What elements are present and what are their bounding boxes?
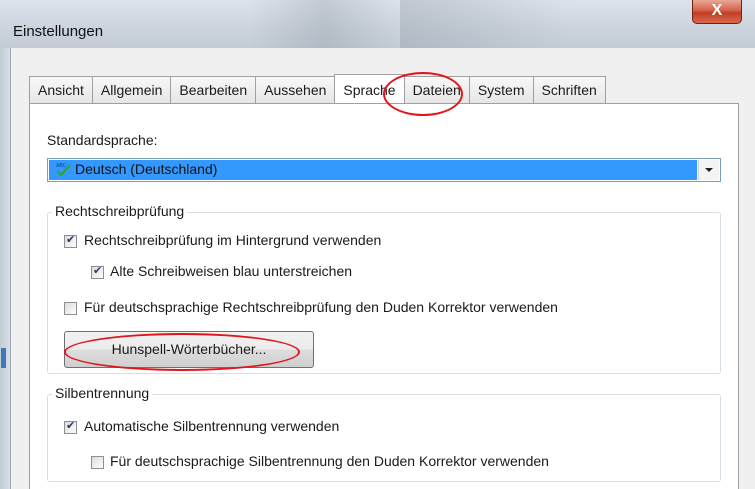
settings-window: Einstellungen X Ansicht Allgemein Bearbe… xyxy=(0,0,755,489)
spellcheck-group-title: Rechtschreibprüfung xyxy=(52,203,188,219)
tab-bar: Ansicht Allgemein Bearbeiten Aussehen Sp… xyxy=(29,74,606,103)
default-language-label: Standardsprache: xyxy=(47,132,158,148)
hunspell-dictionaries-button[interactable]: Hunspell-Wörterbücher... xyxy=(64,331,314,368)
old-spellings-checkbox[interactable] xyxy=(91,264,104,279)
old-spellings-label: Alte Schreibweisen blau unterstreichen xyxy=(110,263,353,279)
title-bar-shading xyxy=(250,0,400,48)
auto-hyphenation-checkbox[interactable] xyxy=(64,419,77,434)
tab-label: Allgemein xyxy=(100,82,163,98)
default-language-value: Deutsch (Deutschland) xyxy=(75,161,218,177)
tab-label: Dateien xyxy=(412,82,461,98)
frame-accent xyxy=(1,348,6,368)
tab-system[interactable]: System xyxy=(468,76,533,103)
tab-label: Ansicht xyxy=(38,82,84,98)
tab-dateien[interactable]: Dateien xyxy=(404,76,469,103)
tab-label: Schriften xyxy=(541,82,597,98)
duden-spellcheck-label: Für deutschsprachige Rechtschreibprüfung… xyxy=(84,299,558,315)
default-language-select[interactable]: ABC Deutsch (Deutschland) xyxy=(47,158,721,182)
background-spellcheck-checkbox[interactable] xyxy=(64,233,77,248)
tab-allgemein[interactable]: Allgemein xyxy=(91,76,171,103)
tab-schriften[interactable]: Schriften xyxy=(532,76,606,103)
selected-option: ABC Deutsch (Deutschland) xyxy=(49,160,697,180)
spellcheck-icon: ABC xyxy=(56,163,71,177)
background-spellcheck-label: Rechtschreibprüfung im Hintergrund verwe… xyxy=(84,232,382,248)
window-title: Einstellungen xyxy=(13,23,104,40)
close-button[interactable]: X xyxy=(692,0,742,24)
tab-label: Sprache xyxy=(343,82,396,98)
close-icon: X xyxy=(711,2,723,19)
hyphenation-group-title: Silbentrennung xyxy=(52,385,153,401)
hunspell-button-label: Hunspell-Wörterbücher... xyxy=(111,341,267,357)
tab-label: Aussehen xyxy=(264,82,327,98)
tab-sprache[interactable]: Sprache xyxy=(334,74,405,103)
tab-bearbeiten[interactable]: Bearbeiten xyxy=(170,76,256,103)
title-bar[interactable]: Einstellungen X xyxy=(0,0,755,48)
auto-hyphenation-label: Automatische Silbentrennung verwenden xyxy=(84,418,340,434)
duden-hyphenation-checkbox[interactable] xyxy=(91,456,104,469)
duden-hyphenation-label: Für deutschsprachige Silbentrennung den … xyxy=(110,453,549,469)
duden-spellcheck-checkbox[interactable] xyxy=(64,302,77,315)
tab-ansicht[interactable]: Ansicht xyxy=(29,76,92,103)
tab-label: Bearbeiten xyxy=(179,82,248,98)
tab-aussehen[interactable]: Aussehen xyxy=(255,76,335,103)
svg-text:ABC: ABC xyxy=(56,163,67,169)
chevron-down-icon[interactable] xyxy=(698,160,719,180)
window-frame-left xyxy=(0,48,10,489)
title-bar-shading xyxy=(400,0,570,48)
tab-label: System xyxy=(477,82,525,98)
